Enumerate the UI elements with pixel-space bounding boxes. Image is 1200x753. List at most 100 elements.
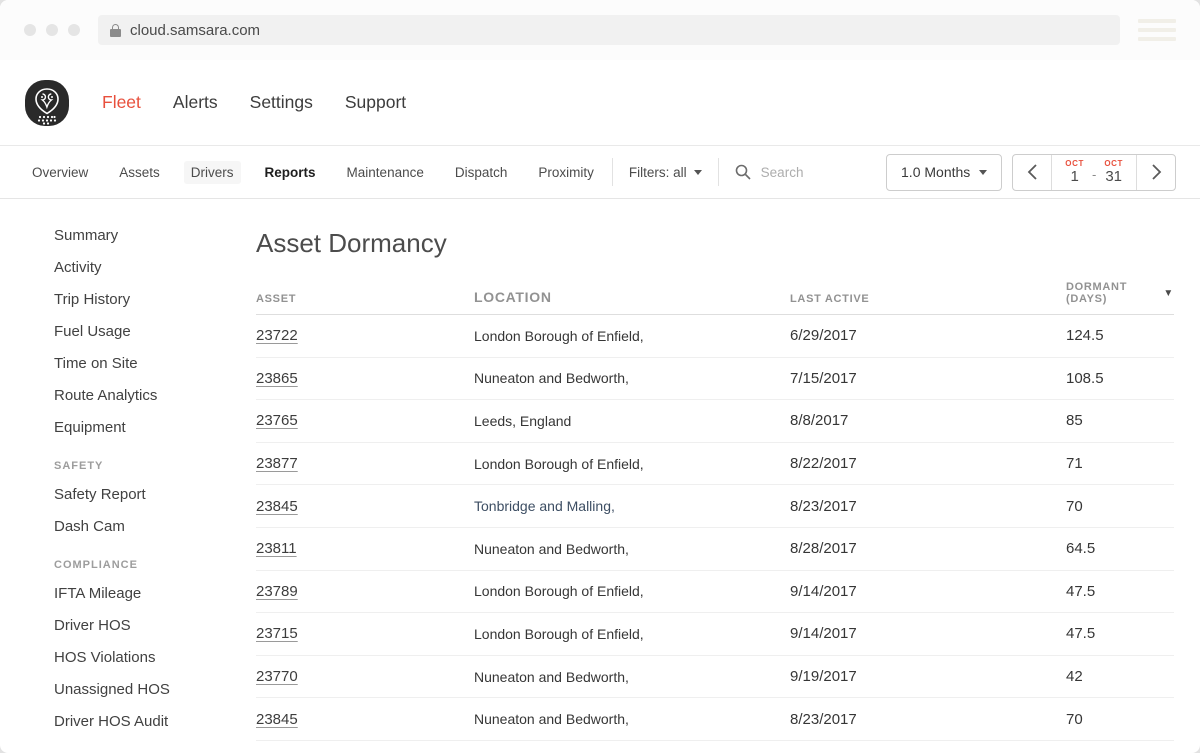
- tab-reports[interactable]: Reports: [263, 161, 318, 184]
- tab-overview[interactable]: Overview: [30, 161, 90, 184]
- sidebar-item-time-on-site[interactable]: Time on Site: [54, 347, 240, 379]
- location-cell: London Borough of Enfield,: [474, 583, 644, 600]
- app-header: Fleet Alerts Settings Support: [0, 60, 1200, 146]
- column-header-location[interactable]: LOCATION: [474, 289, 790, 305]
- last-active-cell: 8/8/2017: [790, 412, 849, 430]
- location-cell: Nuneaton and Bedworth,: [474, 540, 629, 557]
- range-end-day: 31: [1105, 168, 1122, 185]
- range-start-day: 1: [1070, 168, 1079, 185]
- tab-dispatch[interactable]: Dispatch: [453, 161, 510, 184]
- sidebar-item-driver-hos-audit[interactable]: Driver HOS Audit: [54, 705, 240, 737]
- location-cell: Leeds, England: [474, 412, 572, 429]
- tab-drivers[interactable]: Drivers: [183, 160, 241, 184]
- dormant-days-cell: 42: [1066, 668, 1083, 686]
- window-minimize-button[interactable]: [46, 24, 58, 36]
- dormant-days-cell: 108.5: [1066, 369, 1104, 387]
- browser-window: cloud.samsara.com Fleet Alerts Settings …: [0, 0, 1200, 753]
- window-close-button[interactable]: [24, 24, 36, 36]
- range-dash: -: [1091, 167, 1097, 182]
- duration-dropdown[interactable]: 1.0 Months: [886, 153, 1003, 191]
- table-row: 23770 Nuneaton and Bedworth, 9/19/2017 4…: [256, 656, 1174, 699]
- sidebar-item-activity[interactable]: Activity: [54, 251, 240, 283]
- lock-icon: [110, 23, 121, 37]
- column-header-last-active[interactable]: LAST ACTIVE: [790, 293, 1066, 305]
- last-active-cell: 9/19/2017: [790, 668, 857, 686]
- dormant-days-cell: 124.5: [1066, 327, 1104, 345]
- asset-link[interactable]: 23715: [256, 625, 298, 642]
- dormant-days-cell: 71: [1066, 455, 1083, 473]
- samsara-owl-logo[interactable]: [24, 79, 70, 127]
- search-box: [735, 164, 881, 180]
- last-active-cell: 8/23/2017: [790, 497, 857, 515]
- divider: [611, 158, 613, 186]
- asset-link[interactable]: 23865: [256, 370, 298, 387]
- sidebar-item-fuel-usage[interactable]: Fuel Usage: [54, 315, 240, 347]
- table-row: 23715 London Borough of Enfield, 9/14/20…: [256, 613, 1174, 656]
- browser-chrome: cloud.samsara.com: [0, 0, 1200, 60]
- asset-link[interactable]: 23722: [256, 327, 298, 344]
- tab-maintenance[interactable]: Maintenance: [345, 161, 426, 184]
- previous-range-button[interactable]: [1013, 154, 1053, 190]
- divider: [717, 158, 719, 186]
- address-bar[interactable]: cloud.samsara.com: [98, 15, 1120, 45]
- location-cell: Nuneaton and Bedworth,: [474, 711, 629, 728]
- window-maximize-button[interactable]: [68, 24, 80, 36]
- table-row: 23811 Nuneaton and Bedworth, 8/28/2017 6…: [256, 528, 1174, 571]
- table-body: 23722 London Borough of Enfield, 6/29/20…: [256, 315, 1174, 741]
- asset-link[interactable]: 23770: [256, 668, 298, 685]
- sidebar-item-unassigned-hos[interactable]: Unassigned HOS: [54, 673, 240, 705]
- range-start-month: OCT: [1065, 159, 1084, 168]
- sidebar-item-driver-hos[interactable]: Driver HOS: [54, 609, 240, 641]
- search-input[interactable]: [760, 164, 881, 180]
- tab-assets[interactable]: Assets: [117, 161, 162, 184]
- tab-proximity[interactable]: Proximity: [536, 161, 596, 184]
- nav-item-support[interactable]: Support: [345, 92, 406, 113]
- nav-item-alerts[interactable]: Alerts: [173, 92, 218, 113]
- sidebar-item-summary[interactable]: Summary: [54, 219, 240, 251]
- sidebar-item-safety-report[interactable]: Safety Report: [54, 478, 240, 510]
- last-active-cell: 8/28/2017: [790, 540, 857, 558]
- section-tabs: Overview Assets Drivers Reports Maintena…: [30, 160, 596, 184]
- sidebar-item-route-analytics[interactable]: Route Analytics: [54, 379, 240, 411]
- nav-item-settings[interactable]: Settings: [250, 92, 313, 113]
- secondary-toolbar: Overview Assets Drivers Reports Maintena…: [0, 146, 1200, 199]
- date-range-picker: OCT 1 - OCT 31: [1012, 153, 1176, 191]
- sidebar-item-hos-violations[interactable]: HOS Violations: [54, 641, 240, 673]
- last-active-cell: 9/14/2017: [790, 625, 857, 643]
- chevron-down-icon: [979, 169, 988, 175]
- asset-link[interactable]: 23765: [256, 412, 298, 429]
- filters-dropdown[interactable]: Filters: all: [629, 165, 702, 180]
- column-header-asset[interactable]: ASSET: [256, 293, 474, 305]
- location-cell: Nuneaton and Bedworth,: [474, 370, 629, 387]
- asset-link[interactable]: 23845: [256, 711, 298, 728]
- sidebar-item-dash-cam[interactable]: Dash Cam: [54, 510, 240, 542]
- table-row: 23722 London Borough of Enfield, 6/29/20…: [256, 315, 1174, 358]
- report-panel: Asset Dormancy ASSET LOCATION LAST ACTIV…: [240, 199, 1200, 753]
- sidebar-item-ifta-mileage[interactable]: IFTA Mileage: [54, 577, 240, 609]
- dormant-days-cell: 64.5: [1066, 540, 1096, 558]
- content-area: Summary Activity Trip History Fuel Usage…: [0, 199, 1200, 753]
- window-controls: [24, 24, 80, 36]
- last-active-cell: 7/15/2017: [790, 369, 857, 387]
- nav-item-fleet[interactable]: Fleet: [102, 92, 141, 113]
- last-active-cell: 8/22/2017: [790, 455, 857, 473]
- last-active-cell: 9/14/2017: [790, 582, 857, 600]
- filters-label: Filters: all: [628, 164, 687, 180]
- asset-link[interactable]: 23845: [256, 498, 298, 515]
- dormant-days-cell: 85: [1066, 412, 1083, 430]
- asset-link[interactable]: 23877: [256, 455, 298, 472]
- sidebar-item-equipment[interactable]: Equipment: [54, 411, 240, 443]
- column-header-dormant[interactable]: DORMANT (DAYS) ▼: [1066, 281, 1174, 305]
- table-row: 23877 London Borough of Enfield, 8/22/20…: [256, 443, 1174, 486]
- url-text: cloud.samsara.com: [130, 21, 261, 39]
- location-cell: Nuneaton and Bedworth,: [474, 668, 629, 685]
- table-row: 23845 Tonbridge and Malling, 8/23/2017 7…: [256, 485, 1174, 528]
- asset-link[interactable]: 23789: [256, 583, 298, 600]
- asset-link[interactable]: 23811: [256, 540, 297, 557]
- last-active-cell: 8/23/2017: [790, 710, 857, 728]
- dormant-days-cell: 70: [1066, 497, 1083, 515]
- hamburger-menu-icon[interactable]: [1138, 19, 1176, 41]
- search-icon: [735, 164, 751, 180]
- next-range-button[interactable]: [1136, 154, 1175, 190]
- sidebar-item-trip-history[interactable]: Trip History: [54, 283, 240, 315]
